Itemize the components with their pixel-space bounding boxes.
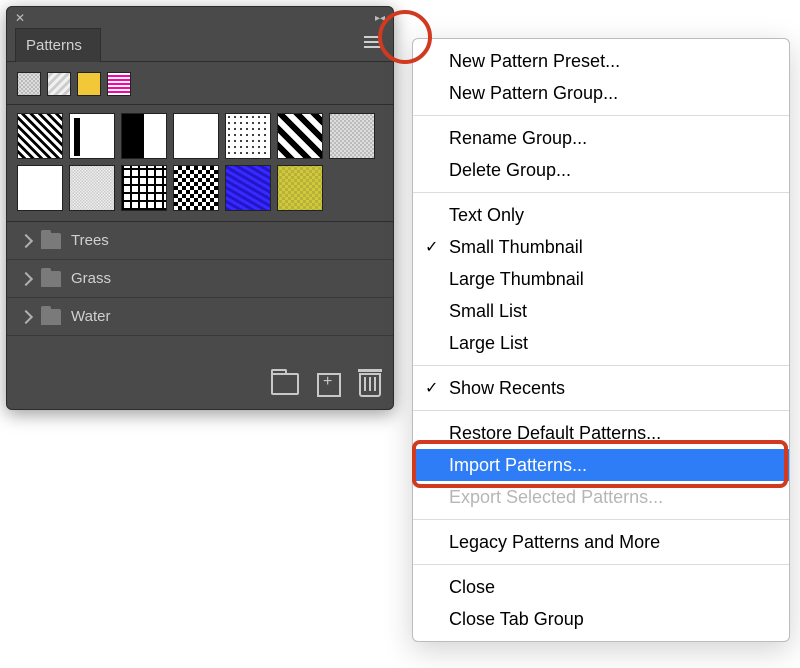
menu-separator	[413, 410, 789, 411]
folder-icon	[41, 309, 61, 325]
panel-flyout-menu: New Pattern Preset... New Pattern Group..…	[412, 38, 790, 642]
pattern-swatch[interactable]	[121, 165, 167, 211]
pattern-swatch[interactable]	[17, 165, 63, 211]
chevron-right-icon	[19, 233, 33, 247]
menu-separator	[413, 192, 789, 193]
pattern-grid	[7, 105, 393, 222]
folder-item-trees[interactable]: Trees	[7, 222, 393, 260]
menu-separator	[413, 564, 789, 565]
menu-item-label: Rename Group...	[449, 128, 587, 148]
menu-item[interactable]: Large Thumbnail	[413, 263, 789, 295]
menu-item-label: New Pattern Preset...	[449, 51, 620, 71]
menu-item[interactable]: Rename Group...	[413, 122, 789, 154]
menu-item[interactable]: Import Patterns...	[413, 449, 789, 481]
pattern-swatch[interactable]	[225, 113, 271, 159]
menu-item-label: Large Thumbnail	[449, 269, 584, 289]
recent-swatch[interactable]	[17, 72, 41, 96]
check-icon: ✓	[425, 235, 438, 261]
pattern-swatch[interactable]	[173, 113, 219, 159]
folder-item-grass[interactable]: Grass	[7, 260, 393, 298]
menu-item[interactable]: Close	[413, 571, 789, 603]
pattern-swatch[interactable]	[121, 113, 167, 159]
menu-item[interactable]: Small List	[413, 295, 789, 327]
folder-label: Water	[71, 308, 110, 325]
pattern-swatch[interactable]	[277, 165, 323, 211]
menu-separator	[413, 365, 789, 366]
check-icon: ✓	[425, 376, 438, 402]
menu-item-label: New Pattern Group...	[449, 83, 618, 103]
folder-icon	[41, 233, 61, 249]
pattern-swatch[interactable]	[17, 113, 63, 159]
menu-item-label: Small List	[449, 301, 527, 321]
panel-menu-button[interactable]	[359, 31, 387, 53]
menu-item-label: Large List	[449, 333, 528, 353]
menu-item[interactable]: Legacy Patterns and More	[413, 526, 789, 558]
patterns-panel: ✕ ▸◂ Patterns Trees	[6, 6, 394, 410]
tab-label: Patterns	[26, 37, 82, 54]
menu-item[interactable]: ✓ Show Recents	[413, 372, 789, 404]
menu-item[interactable]: Delete Group...	[413, 154, 789, 186]
menu-item[interactable]: Large List	[413, 327, 789, 359]
chevron-right-icon	[19, 309, 33, 323]
menu-item[interactable]: Restore Default Patterns...	[413, 417, 789, 449]
pattern-swatch[interactable]	[329, 113, 375, 159]
new-pattern-icon[interactable]	[317, 373, 341, 397]
menu-separator	[413, 519, 789, 520]
menu-item-label: Legacy Patterns and More	[449, 532, 660, 552]
menu-item[interactable]: New Pattern Preset...	[413, 45, 789, 77]
menu-item[interactable]: New Pattern Group...	[413, 77, 789, 109]
menu-item-label: Close Tab Group	[449, 609, 584, 629]
menu-item-label: Small Thumbnail	[449, 237, 583, 257]
tab-patterns[interactable]: Patterns	[15, 28, 101, 62]
panel-footer	[267, 367, 385, 403]
menu-item[interactable]: ✓ Small Thumbnail	[413, 231, 789, 263]
menu-item-label: Import Patterns...	[449, 455, 587, 475]
folder-item-water[interactable]: Water	[7, 298, 393, 336]
menu-item-label: Export Selected Patterns...	[449, 487, 663, 507]
menu-item: Export Selected Patterns...	[413, 481, 789, 513]
menu-item[interactable]: Close Tab Group	[413, 603, 789, 635]
recent-swatch[interactable]	[47, 72, 71, 96]
menu-item-label: Show Recents	[449, 378, 565, 398]
collapse-icon[interactable]: ▸◂	[375, 13, 385, 24]
recent-swatch[interactable]	[107, 72, 131, 96]
hamburger-icon	[364, 41, 382, 43]
folder-icon	[41, 271, 61, 287]
new-group-icon[interactable]	[271, 373, 299, 395]
pattern-swatch[interactable]	[225, 165, 271, 211]
menu-item-label: Close	[449, 577, 495, 597]
panel-header: ✕ ▸◂	[7, 7, 393, 25]
recent-swatches	[7, 62, 393, 105]
folder-label: Trees	[71, 232, 109, 249]
menu-separator	[413, 115, 789, 116]
menu-item[interactable]: Text Only	[413, 199, 789, 231]
pattern-swatch[interactable]	[69, 113, 115, 159]
menu-item-label: Delete Group...	[449, 160, 571, 180]
panel-tab-row: Patterns	[7, 25, 393, 62]
recent-swatch[interactable]	[77, 72, 101, 96]
menu-item-label: Restore Default Patterns...	[449, 423, 661, 443]
delete-icon[interactable]	[359, 373, 381, 397]
menu-item-label: Text Only	[449, 205, 524, 225]
pattern-swatch[interactable]	[277, 113, 323, 159]
chevron-right-icon	[19, 271, 33, 285]
close-icon[interactable]: ✕	[15, 11, 25, 25]
folder-label: Grass	[71, 270, 111, 287]
pattern-swatch[interactable]	[173, 165, 219, 211]
pattern-swatch[interactable]	[69, 165, 115, 211]
